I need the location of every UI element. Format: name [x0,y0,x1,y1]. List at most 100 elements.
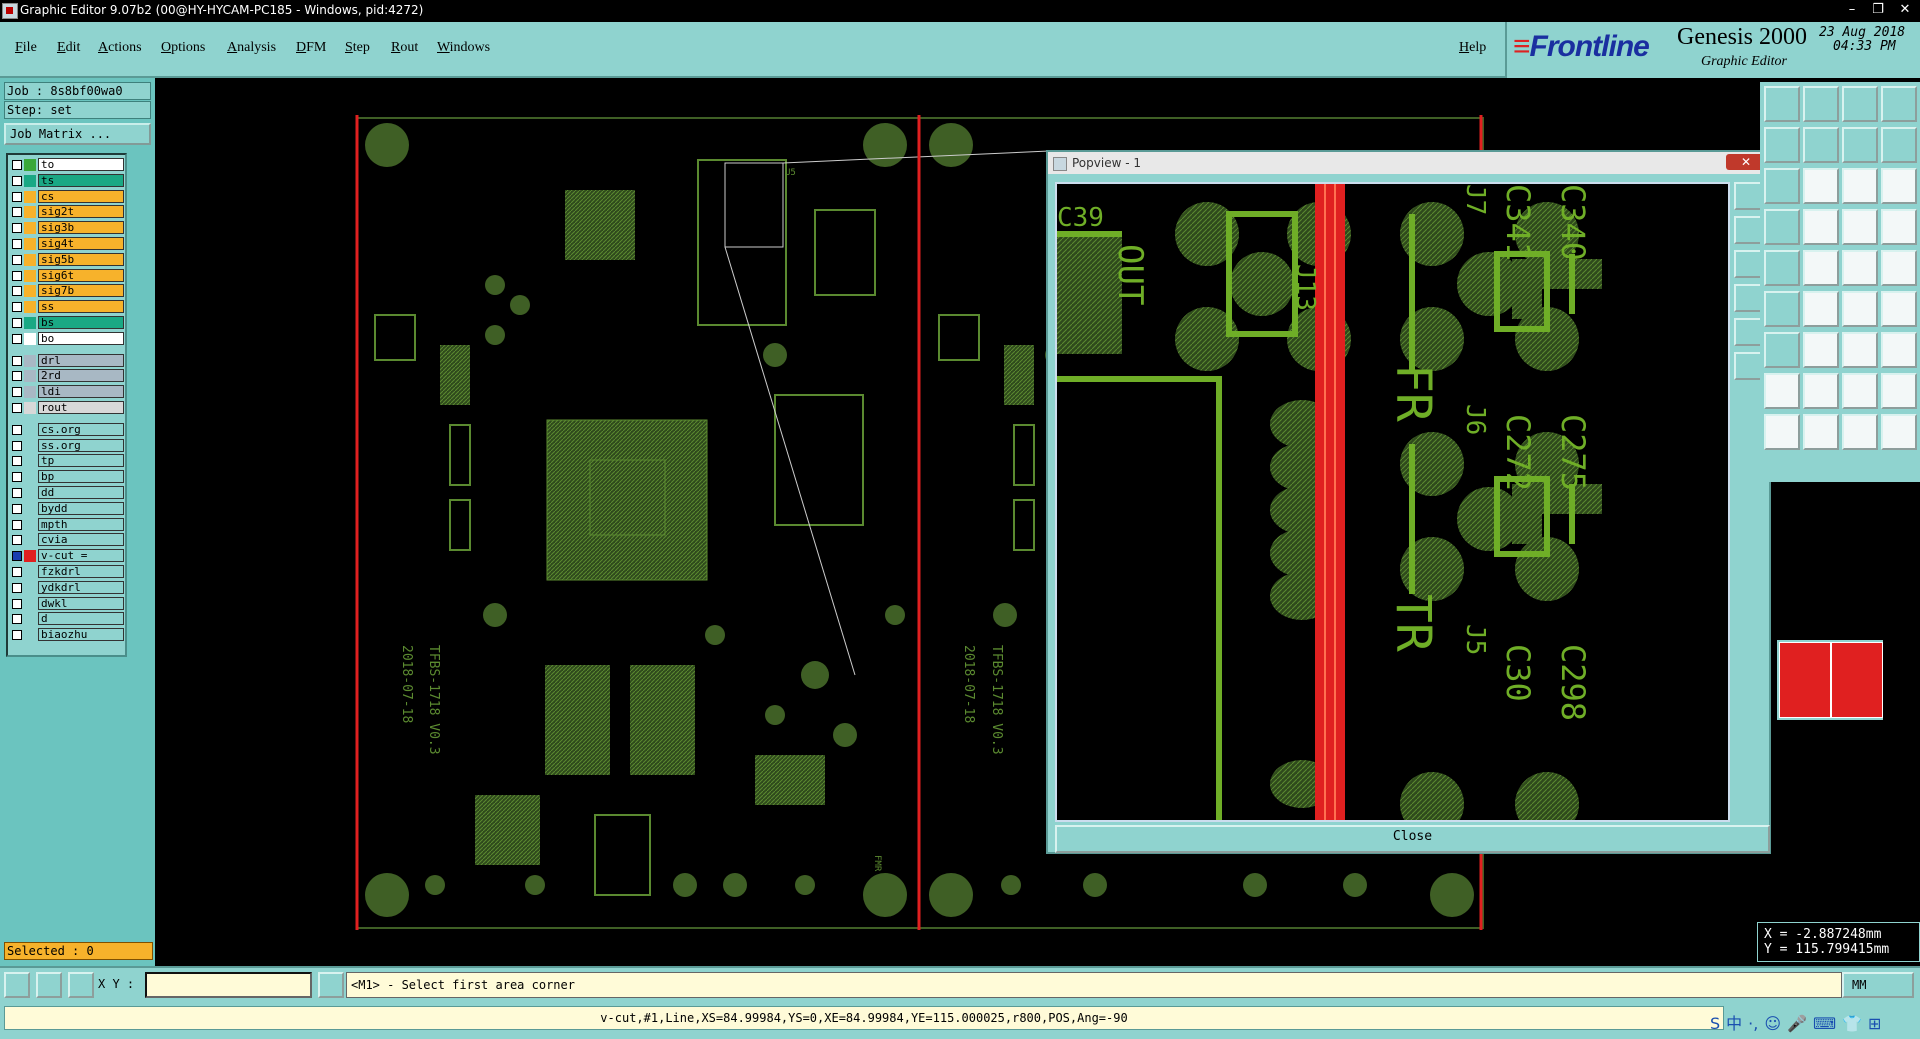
layer-checkbox[interactable] [12,387,22,398]
cross-icon[interactable] [1803,250,1839,286]
layer-checkbox[interactable] [12,551,22,562]
layer-checkbox[interactable] [12,270,22,281]
layer-color-swatch[interactable] [24,253,36,266]
clear-icon[interactable] [1842,127,1878,163]
select-icon[interactable] [1764,250,1800,286]
layer-color-swatch[interactable] [24,332,36,345]
undo-icon[interactable] [1764,127,1800,163]
query-icon[interactable] [1881,168,1917,204]
layer-name[interactable]: dd [38,486,124,499]
edit-icon[interactable] [1764,332,1800,368]
layer-color-swatch[interactable] [24,370,36,383]
layer-row-sig5b[interactable]: sig5b [10,252,125,267]
layer-color-swatch[interactable] [24,317,36,329]
layer-row-bp[interactable]: bp [10,470,125,484]
layer-row-ss.org[interactable]: ss.org [10,438,125,453]
layer-row-to[interactable]: to [10,158,125,172]
pick-icon[interactable] [1842,414,1878,450]
layer-name[interactable]: ts [38,173,124,187]
layer-color-swatch[interactable] [24,222,36,235]
layer-checkbox[interactable] [12,239,22,249]
menu-options[interactable]: Options [161,40,205,56]
layer-row-dwkl[interactable]: dwkl [10,596,125,611]
layer-color-swatch[interactable] [24,206,36,219]
layer-color-swatch[interactable] [24,159,36,171]
triangle-icon[interactable] [1764,373,1800,409]
layer-checkbox[interactable] [12,424,22,435]
minimize-button[interactable]: – [1840,1,1864,19]
grid-icon[interactable] [68,972,94,998]
layer-name[interactable]: dwkl [38,596,124,610]
layer-name[interactable]: bs [38,316,124,329]
layer-name[interactable]: sig7b [38,284,124,298]
layer-checkbox[interactable] [12,371,22,382]
restore-button[interactable]: ❐ [1866,1,1890,19]
layer-name[interactable]: sig6t [38,268,124,282]
layer-row-sig4t[interactable]: sig4t [10,237,125,251]
tray-icon[interactable]: ☺ [1764,1014,1781,1033]
window-icon[interactable] [1881,86,1917,122]
layer-row-rout[interactable]: rout [10,401,125,415]
layer-row-tp[interactable]: tp [10,454,125,468]
layer-name[interactable]: fzkdrl [38,565,124,578]
fit-icon[interactable] [1764,168,1800,204]
layer-row-sig6t[interactable]: sig6t [10,268,125,283]
layer-checkbox[interactable] [12,614,22,625]
pointer-icon[interactable] [1881,414,1917,450]
layer-name[interactable]: rout [38,401,124,414]
transform-icon[interactable] [1881,291,1917,327]
cursor-icon[interactable] [1764,414,1800,450]
layer-checkbox[interactable] [12,355,22,366]
net-icon[interactable] [1842,209,1878,245]
layer-name[interactable]: to [38,158,124,171]
layer-checkbox[interactable] [12,333,22,344]
layer-color-swatch[interactable] [24,386,36,399]
layer-name[interactable]: cvia [38,533,124,547]
arch-icon[interactable] [1842,373,1878,409]
layer-name[interactable]: sig4t [38,237,124,250]
feature-icon[interactable] [1881,332,1917,368]
layer-color-swatch[interactable] [24,518,36,531]
tray-icon[interactable]: S [1710,1014,1720,1033]
layer-name[interactable]: biaozhu [38,628,124,642]
menu-analysis[interactable]: Analysis [227,40,276,56]
layer-checkbox[interactable] [12,567,22,577]
popview-fit-icon[interactable] [1734,318,1762,346]
label-icon[interactable] [1881,373,1917,409]
layer-color-swatch[interactable] [24,301,36,314]
layer-checkbox[interactable] [12,456,22,467]
tray-icon[interactable]: ⊞ [1868,1014,1881,1033]
draw-icon[interactable] [1842,291,1878,327]
popview-print-icon[interactable] [1734,216,1762,244]
layer-row-mpth[interactable]: mpth [10,517,125,532]
layer-row-v-cut[interactable]: v-cut = [10,549,125,563]
tray-icon[interactable]: 🎤 [1787,1014,1807,1033]
layer-row-bs[interactable]: bs [10,316,125,330]
popview-close-button[interactable]: Close [1055,825,1770,853]
layer-color-swatch[interactable] [24,534,36,547]
home-icon[interactable] [1842,86,1878,122]
layer-row-dd[interactable]: dd [10,486,125,500]
slash-icon[interactable] [1803,332,1839,368]
layer-name[interactable]: bo [38,331,124,345]
layer-name[interactable]: ldi [38,385,124,399]
layer-name[interactable]: drl [38,353,124,367]
save-icon[interactable] [1803,86,1839,122]
layer-checkbox[interactable] [12,488,22,498]
layer-name[interactable]: cs.org [38,422,124,436]
menu-step[interactable]: Step [345,40,370,56]
layer-checkbox[interactable] [12,223,22,234]
pan-icon[interactable] [1803,168,1839,204]
layer-checkbox[interactable] [12,519,22,530]
layer-color-swatch[interactable] [24,238,36,250]
layer-name[interactable]: v-cut = [38,549,124,563]
layer-color-swatch[interactable] [24,613,36,626]
layer-checkbox[interactable] [12,302,22,313]
layer-checkbox[interactable] [12,160,22,170]
layer-checkbox[interactable] [12,598,22,609]
layer-checkbox[interactable] [12,472,22,483]
menu-rout[interactable]: Rout [391,40,418,56]
layer-name[interactable]: tp [38,454,124,468]
layer-color-swatch[interactable] [24,629,36,642]
snap-icon[interactable] [4,972,30,998]
